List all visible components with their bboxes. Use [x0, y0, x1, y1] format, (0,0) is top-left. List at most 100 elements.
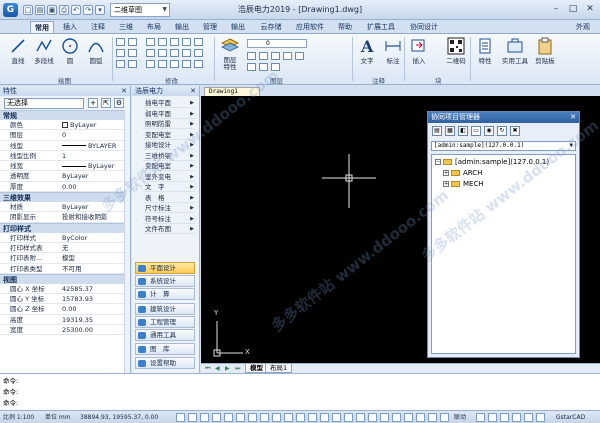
- category-project-management[interactable]: 工程管理: [135, 316, 195, 328]
- menu-item[interactable]: 尺寸标注 ▶: [143, 203, 195, 213]
- tab-3d[interactable]: 三维: [114, 21, 138, 33]
- prop-row[interactable]: 厚度 0.00: [0, 182, 130, 193]
- delete-icon[interactable]: ✖: [510, 126, 520, 136]
- annotation-monitor-icon[interactable]: [320, 413, 329, 422]
- insert-block-button[interactable]: 插入: [407, 37, 431, 65]
- collab-title-bar[interactable]: 协同项目管理器 ✕: [428, 112, 579, 123]
- prop-row[interactable]: 圆心 Z 坐标 0.00: [0, 304, 130, 315]
- prop-row[interactable]: 材质 ByLayer: [0, 202, 130, 213]
- section-3d[interactable]: 三维效果: [0, 192, 130, 203]
- menu-item[interactable]: 文件布图 ▶: [143, 224, 195, 234]
- next-tab-icon[interactable]: ▶: [225, 365, 230, 372]
- break-icon[interactable]: [182, 60, 191, 68]
- cloud-icon[interactable]: [500, 413, 509, 422]
- section-general[interactable]: 常规: [0, 110, 130, 120]
- link-toggle[interactable]: 联动: [454, 413, 466, 422]
- prop-row[interactable]: 线宽 ByLayer: [0, 161, 130, 172]
- tab-apps[interactable]: 应用软件: [292, 21, 328, 33]
- layer-match-icon[interactable]: [295, 52, 304, 60]
- category-calculation[interactable]: 计 算: [135, 288, 195, 300]
- tree-root[interactable]: − [admin:sample](127.0.0.1): [435, 158, 549, 167]
- open-project-icon[interactable]: ▭: [471, 126, 481, 136]
- offset-icon[interactable]: [194, 49, 203, 57]
- move-icon[interactable]: [146, 38, 155, 46]
- server-select[interactable]: [admin:sample](127.0.0.1) ▼: [431, 141, 576, 151]
- dimension-button[interactable]: 标注: [381, 37, 405, 65]
- point-icon[interactable]: [128, 49, 137, 57]
- layer-status-icon[interactable]: [512, 413, 521, 422]
- polyline-button[interactable]: 多段线: [32, 37, 56, 65]
- hatch-icon[interactable]: [116, 49, 125, 57]
- prop-row[interactable]: 打印表类型 不可用: [0, 264, 130, 274]
- lock-ui-icon[interactable]: [380, 413, 389, 422]
- refresh-icon[interactable]: ↻: [497, 126, 507, 136]
- layer-properties-button[interactable]: 图层 特性: [217, 37, 243, 71]
- array-icon[interactable]: [182, 49, 191, 57]
- menu-item[interactable]: 室外变电 ▶: [143, 172, 195, 182]
- close-icon[interactable]: ✕: [190, 86, 196, 96]
- select-objects-icon[interactable]: ⇱: [101, 98, 111, 108]
- prop-row[interactable]: 图层 0: [0, 130, 130, 141]
- close-icon[interactable]: ✕: [121, 86, 127, 96]
- layer-freeze-icon[interactable]: [271, 52, 280, 60]
- viewport-icon[interactable]: [524, 413, 533, 422]
- explode-icon[interactable]: [158, 60, 167, 68]
- custom-status-icon[interactable]: [440, 413, 449, 422]
- text-button[interactable]: A 文字: [355, 37, 379, 65]
- selection-select[interactable]: 无选择: [4, 98, 84, 109]
- prop-row[interactable]: 线型比例 1: [0, 151, 130, 162]
- prop-row[interactable]: 颜色 ByLayer: [0, 120, 130, 131]
- tree-item-mech[interactable]: + MECH: [443, 180, 484, 189]
- clipboard-button[interactable]: 剪贴板: [532, 37, 558, 65]
- join-icon[interactable]: [194, 60, 203, 68]
- category-plan-design[interactable]: 平面设计: [135, 262, 195, 274]
- menu-item[interactable]: 表 格 ▶: [143, 193, 195, 203]
- prop-row[interactable]: 宽度 25300.00: [0, 325, 130, 336]
- isoplane-icon[interactable]: [476, 413, 485, 422]
- tab-layout[interactable]: 布局: [142, 21, 166, 33]
- prop-row[interactable]: 高度 19319.35: [0, 315, 130, 326]
- ellipse-icon[interactable]: [116, 60, 125, 68]
- users-icon[interactable]: ◉: [484, 126, 494, 136]
- prop-row[interactable]: 打印表附... 模型: [0, 253, 130, 264]
- mirror-icon[interactable]: [194, 38, 203, 46]
- osnap-icon[interactable]: [224, 413, 233, 422]
- fullscreen-icon[interactable]: [536, 413, 545, 422]
- prop-row[interactable]: 透明度 ByLayer: [0, 171, 130, 182]
- scale-icon[interactable]: [170, 49, 179, 57]
- prop-row[interactable]: 打印样式表 无: [0, 243, 130, 254]
- expand-icon[interactable]: +: [443, 170, 449, 176]
- layer-off-icon[interactable]: [247, 52, 256, 60]
- tab-manage[interactable]: 管理: [198, 21, 222, 33]
- line-button[interactable]: 直线: [6, 37, 30, 65]
- connect-server-icon[interactable]: ▤: [432, 126, 442, 136]
- isolate-icon[interactable]: [356, 413, 365, 422]
- section-print[interactable]: 打印样式: [0, 222, 130, 233]
- tab-layout1[interactable]: 布局1: [265, 364, 293, 373]
- quick-props-icon[interactable]: [296, 413, 305, 422]
- erase-icon[interactable]: [146, 60, 155, 68]
- category-architecture[interactable]: 建筑设计: [135, 303, 195, 315]
- menu-item[interactable]: 三维桥架 ▶: [143, 151, 195, 161]
- stretch-icon[interactable]: [158, 49, 167, 57]
- layer-isolate-icon[interactable]: [259, 52, 268, 60]
- prop-row[interactable]: 打印样式 ByColor: [0, 233, 130, 243]
- fillet-icon[interactable]: [146, 49, 155, 57]
- properties-scrollbar[interactable]: [124, 110, 130, 373]
- prop-row[interactable]: 阴影显示 投射和接收阴影: [0, 212, 130, 223]
- tab-cloud[interactable]: 云存储: [256, 21, 286, 33]
- rectangle-icon[interactable]: [116, 38, 125, 46]
- tab-drawing1[interactable]: Drawing1: [204, 87, 260, 96]
- layer-previous-icon[interactable]: [247, 63, 256, 71]
- maximize-icon[interactable]: □: [565, 2, 581, 16]
- tab-insert[interactable]: 插入: [58, 21, 82, 33]
- scale-readout[interactable]: 比例 1:100: [3, 413, 34, 422]
- layer-walk-icon[interactable]: [259, 63, 268, 71]
- minimize-icon[interactable]: –: [548, 2, 564, 16]
- annotation-scale-icon[interactable]: [416, 413, 425, 422]
- workspace-icon[interactable]: [368, 413, 377, 422]
- prop-row[interactable]: 线型 BYLAYER: [0, 141, 130, 151]
- menu-item[interactable]: 文 字 ▶: [143, 182, 195, 192]
- close-icon[interactable]: ✕: [570, 112, 576, 123]
- qrcode-button[interactable]: 二维码: [444, 37, 468, 65]
